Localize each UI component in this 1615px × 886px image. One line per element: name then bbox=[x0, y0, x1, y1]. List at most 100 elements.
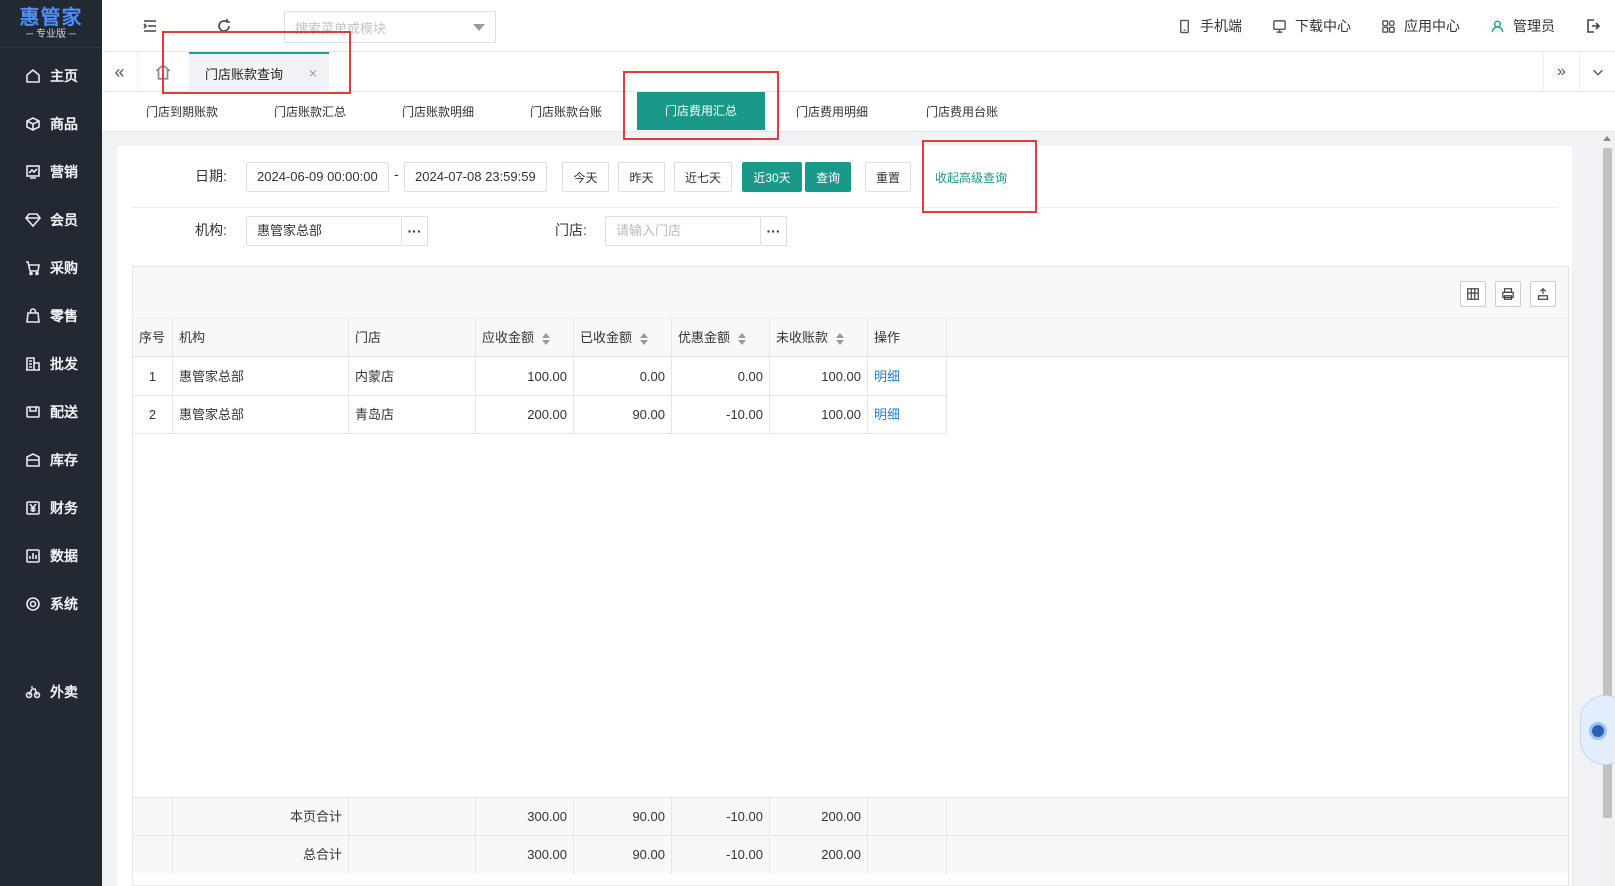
box-icon bbox=[24, 115, 42, 133]
page-total-row: 本页合计 300.00 90.00 -10.00 200.00 bbox=[133, 797, 1568, 836]
date-separator: - bbox=[394, 166, 399, 182]
app-center-link[interactable]: 应用中心 bbox=[1381, 16, 1460, 36]
sidebar-item-home[interactable]: 主页 bbox=[0, 52, 102, 100]
cell-no: 1 bbox=[133, 358, 173, 396]
cell-empty bbox=[133, 798, 173, 836]
assistant-bubble[interactable] bbox=[1580, 695, 1615, 765]
today-button[interactable]: 今天 bbox=[562, 162, 609, 192]
sidebar-item-marketing[interactable]: 营销 bbox=[0, 148, 102, 196]
sidebar-item-label: 数据 bbox=[50, 548, 78, 564]
col-header-discount[interactable]: 优惠金额 bbox=[672, 319, 770, 357]
sidebar-item-system[interactable]: 系统 bbox=[0, 580, 102, 628]
sort-icon[interactable] bbox=[640, 332, 649, 345]
detail-link[interactable]: 明细 bbox=[874, 407, 900, 422]
org-picker-button[interactable]: ··· bbox=[402, 216, 428, 246]
cart-icon bbox=[24, 259, 42, 277]
export-button[interactable] bbox=[1530, 281, 1556, 307]
sidebar-item-label: 配送 bbox=[50, 404, 78, 420]
sort-icon[interactable] bbox=[542, 332, 551, 345]
subtab-expense-ledger[interactable]: 门店费用台账 bbox=[926, 92, 998, 132]
col-header-label: 应收金额 bbox=[482, 330, 535, 345]
sidebar-item-goods[interactable]: 商品 bbox=[0, 100, 102, 148]
tab-scroll-right-button[interactable]: » bbox=[1543, 52, 1579, 92]
phone-icon bbox=[1180, 19, 1189, 33]
yesterday-button[interactable]: 昨天 bbox=[618, 162, 665, 192]
store-picker-button[interactable]: ··· bbox=[761, 216, 787, 246]
tab-store-account-query[interactable]: 门店账款查询 × bbox=[189, 52, 329, 92]
tab-dropdown-button[interactable] bbox=[1579, 52, 1615, 92]
logout-icon bbox=[1587, 19, 1601, 33]
user-name: 管理员 bbox=[1513, 18, 1555, 34]
gear-icon bbox=[24, 595, 42, 613]
scroll-up-arrow[interactable] bbox=[1603, 136, 1611, 141]
sidebar-item-delivery[interactable]: 配送 bbox=[0, 388, 102, 436]
cell-unpaid: 100.00 bbox=[770, 358, 868, 396]
query-button[interactable]: 查询 bbox=[805, 162, 851, 192]
last-7-days-button[interactable]: 近七天 bbox=[674, 162, 732, 192]
last-30-days-button[interactable]: 近30天 bbox=[742, 162, 802, 192]
print-button[interactable] bbox=[1495, 281, 1521, 307]
sort-icon[interactable] bbox=[836, 332, 845, 345]
home-icon bbox=[24, 67, 42, 85]
sidebar-item-label: 商品 bbox=[50, 116, 78, 132]
col-header-unpaid[interactable]: 未收账款 bbox=[770, 319, 868, 357]
sidebar-item-finance[interactable]: 财务 bbox=[0, 484, 102, 532]
date-end-input[interactable]: 2024-07-08 23:59:59 bbox=[404, 162, 547, 192]
logo[interactable]: 惠管家 ─ 专业版 ─ bbox=[0, 0, 102, 48]
cell-empty bbox=[868, 798, 947, 836]
cell-empty bbox=[133, 836, 173, 874]
sidebar-item-label: 财务 bbox=[50, 500, 78, 516]
sidebar-item-label: 营销 bbox=[50, 164, 78, 180]
user-menu[interactable]: 管理员 bbox=[1490, 16, 1555, 36]
sidebar-item-retail[interactable]: 零售 bbox=[0, 292, 102, 340]
subtab-account-summary[interactable]: 门店账款汇总 bbox=[274, 92, 346, 132]
sidebar-item-wholesale[interactable]: 批发 bbox=[0, 340, 102, 388]
subtab-due-accounts[interactable]: 门店到期账款 bbox=[146, 92, 218, 132]
subtab-account-ledger[interactable]: 门店账款台账 bbox=[530, 92, 602, 132]
logout-button[interactable] bbox=[1585, 18, 1601, 34]
sidebar-item-label: 会员 bbox=[50, 212, 78, 228]
col-header-label: 未收账款 bbox=[776, 330, 829, 345]
sort-icon[interactable] bbox=[738, 332, 747, 345]
menu-collapse-icon[interactable] bbox=[140, 16, 160, 36]
bag-icon bbox=[24, 307, 42, 325]
cell-received: 90.00 bbox=[574, 396, 672, 434]
store-input[interactable]: 请输入门店 bbox=[605, 216, 761, 246]
cell-action: 明细 bbox=[868, 358, 947, 396]
cell-empty bbox=[349, 836, 476, 874]
sidebar-item-takeout[interactable]: 外卖 bbox=[0, 668, 102, 716]
tab-home[interactable] bbox=[140, 52, 186, 92]
advanced-query-toggle[interactable]: 收起高级查询 bbox=[935, 169, 1007, 186]
page-scrollbar[interactable] bbox=[1600, 132, 1615, 886]
cell-empty bbox=[349, 798, 476, 836]
close-icon[interactable]: × bbox=[309, 65, 317, 81]
org-input[interactable]: 惠管家总部 bbox=[246, 216, 402, 246]
refresh-icon[interactable] bbox=[214, 16, 234, 36]
grand-total-row: 总合计 300.00 90.00 -10.00 200.00 bbox=[133, 835, 1568, 874]
detail-link[interactable]: 明细 bbox=[874, 369, 900, 384]
col-header-received[interactable]: 已收金额 bbox=[574, 319, 672, 357]
date-start-input[interactable]: 2024-06-09 00:00:00 bbox=[246, 162, 389, 192]
sidebar-item-inventory[interactable]: 库存 bbox=[0, 436, 102, 484]
sidebar-item-label: 主页 bbox=[50, 68, 78, 84]
subtab-account-detail[interactable]: 门店账款明细 bbox=[402, 92, 474, 132]
menu-search-select[interactable]: 搜索菜单或模块 bbox=[284, 11, 496, 43]
sidebar-item-purchase[interactable]: 采购 bbox=[0, 244, 102, 292]
subtab-expense-summary[interactable]: 门店费用汇总 bbox=[637, 92, 766, 130]
monitor-icon bbox=[1273, 19, 1286, 33]
chart-icon bbox=[24, 163, 42, 181]
sidebar-item-label: 批发 bbox=[50, 356, 78, 372]
column-settings-button[interactable] bbox=[1460, 281, 1486, 307]
data-grid: 序号 机构 门店 应收金额 已收金额 优惠金额 未收账款 操作 1 惠管家总部 … bbox=[132, 266, 1569, 886]
cell-store: 青岛店 bbox=[349, 396, 476, 434]
reset-button[interactable]: 重置 bbox=[865, 162, 911, 192]
sidebar-item-data[interactable]: 数据 bbox=[0, 532, 102, 580]
subtab-expense-detail[interactable]: 门店费用明细 bbox=[796, 92, 868, 132]
mobile-link[interactable]: 手机端 bbox=[1177, 16, 1242, 36]
sidebar-item-member[interactable]: 会员 bbox=[0, 196, 102, 244]
store-label: 门店: bbox=[555, 222, 587, 238]
cell-no: 2 bbox=[133, 396, 173, 434]
col-header-receivable[interactable]: 应收金额 bbox=[476, 319, 574, 357]
tab-scroll-left-button[interactable]: « bbox=[102, 52, 138, 92]
download-center-link[interactable]: 下载中心 bbox=[1272, 16, 1351, 36]
